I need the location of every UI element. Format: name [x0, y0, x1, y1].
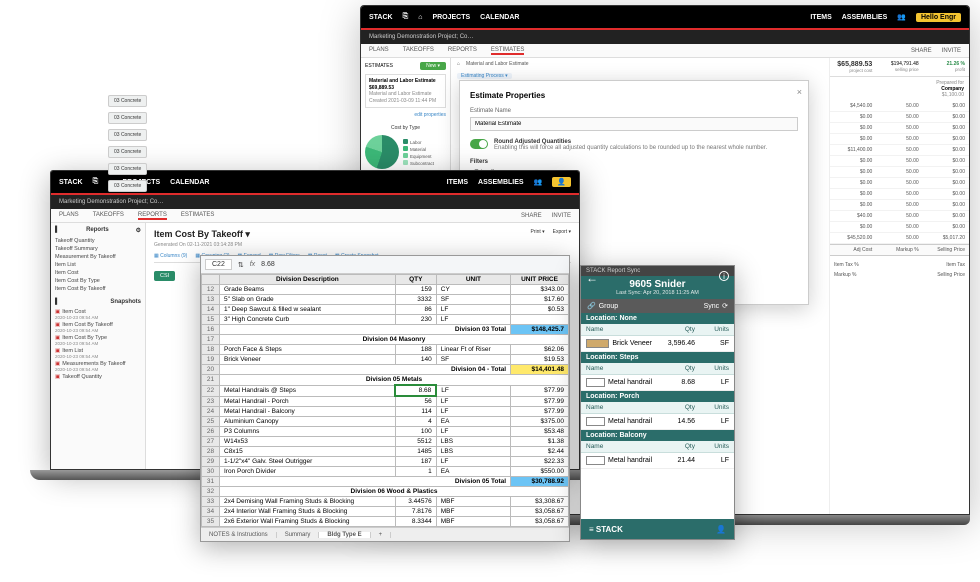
invite-button[interactable]: INVITE [942, 48, 961, 54]
cell-reference[interactable]: C22 [205, 259, 232, 270]
group-pill[interactable]: 03 Concrete [108, 163, 147, 175]
legend-item: Equipment [403, 153, 434, 159]
legend-item: Subcontract [403, 160, 434, 166]
filters-header: Filters [470, 159, 798, 165]
estimate-card[interactable]: Material and Labor Estimate $69,889.53 M… [365, 74, 446, 108]
legend-item: Material [403, 146, 434, 152]
reports-sidebar: ▌Reports⚙ Takeoff QuantityTakeoff Summar… [51, 223, 146, 469]
report-item[interactable]: Takeoff Summary [55, 245, 141, 253]
tab-reports[interactable]: REPORTS [448, 47, 477, 55]
mobile-app: STACK Report Sync ← i 9605 Snider Last S… [580, 265, 735, 540]
report-title[interactable]: Item Cost By Takeoff ▾ [154, 229, 571, 240]
estimate-title: Material and Labor Estimate [466, 61, 529, 67]
nav-calendar[interactable]: CALENDAR [480, 14, 519, 21]
sort-icon[interactable]: ⇅ [238, 261, 244, 269]
group-pill[interactable]: 03 Concrete [108, 112, 147, 124]
tab-estimates[interactable]: ESTIMATES [491, 47, 525, 55]
sheet-tab[interactable]: NOTES & Instructions [201, 532, 277, 538]
report-item[interactable]: Takeoff Quantity [55, 237, 141, 245]
print-button[interactable]: Print ▾ [530, 229, 544, 235]
sheet-tab[interactable]: + [371, 532, 392, 538]
reports-header: ▌Reports⚙ [55, 227, 141, 234]
spreadsheet: C22 ⇅ fx 8.68 Division DescriptionQTYUNI… [200, 255, 570, 542]
close-icon[interactable]: × [797, 87, 802, 97]
location-header: Location: Balcony [581, 430, 734, 441]
pie-chart [365, 135, 399, 169]
generated-timestamp: Generated On 02-11-2021 03:14:28 PM [154, 242, 571, 248]
edit-properties-link[interactable]: edit properties [365, 112, 446, 118]
location-header: Location: Steps [581, 352, 734, 363]
item-row[interactable]: Metal handrail8.68LF [581, 375, 734, 391]
group-pill[interactable]: 03 Concrete [108, 146, 147, 158]
snapshot-item[interactable]: ▣Takeoff Quantity [55, 373, 141, 381]
round-toggle[interactable] [470, 139, 488, 149]
report-item[interactable]: Item Cost [55, 269, 141, 277]
legend-item: Labor [403, 139, 434, 145]
estimate-name-input[interactable] [470, 117, 798, 131]
report-item[interactable]: Item List [55, 261, 141, 269]
brand-logo: STACK [369, 14, 393, 21]
group-button[interactable]: 🔗 Group [587, 302, 618, 310]
project-bar: Marketing Demonstration Project; Co… [361, 30, 969, 44]
user-icon[interactable]: 👤 [716, 525, 726, 534]
tab-bar: PLANS TAKEOFFS REPORTS ESTIMATES SHARE I… [361, 44, 969, 58]
group-pill[interactable]: 03 Concrete [108, 180, 147, 192]
app-bar: STACK ⎘⌂ PROJECTS CALENDAR ITEMS ASSEMBL… [361, 6, 969, 28]
formula-value[interactable]: 8.68 [261, 261, 275, 268]
nav-items[interactable]: ITEMS [810, 14, 831, 21]
back-icon[interactable]: ← [586, 271, 598, 285]
snapshot-item[interactable]: ▣Measurements By Takeoff2020-10-23 09:54… [55, 360, 141, 373]
estimate-name-label: Estimate Name [470, 108, 798, 114]
csi-pill[interactable]: CSI [154, 271, 175, 281]
item-row[interactable]: Metal handrail21.44LF [581, 453, 734, 469]
estimates-header: ESTIMATES [365, 63, 393, 69]
sheet-tab[interactable]: Bldg Type E [319, 532, 370, 538]
toolbar-item[interactable]: ▦ Columns (9) [154, 253, 187, 259]
location-header: Location: None [581, 313, 734, 324]
group-pill[interactable]: 03 Concrete [108, 129, 147, 141]
export-button[interactable]: Export ▾ [553, 229, 571, 235]
item-row[interactable]: Brick Veneer3,596.46SF [581, 336, 734, 352]
tab-plans[interactable]: PLANS [369, 47, 389, 55]
user-menu[interactable]: Hello Engr [916, 13, 961, 22]
new-estimate-button[interactable]: New ▾ [420, 62, 446, 70]
home-icon[interactable]: ⌂ [457, 61, 460, 67]
tab-takeoffs[interactable]: TAKEOFFS [403, 47, 434, 55]
chart-title: Cost by Type [365, 125, 446, 131]
snapshot-item[interactable]: ▣Item List2020-10-23 09:54 AM [55, 347, 141, 360]
fx-label: fx [250, 261, 255, 268]
avatar-icon[interactable]: 👥 [897, 13, 906, 21]
snapshots-header: ▌Snapshots [55, 299, 141, 305]
sheet-tab[interactable]: Summary [277, 532, 320, 538]
sync-timestamp: Last Sync: Apr 20, 2018 11:25 AM [581, 290, 734, 296]
nav-assemblies[interactable]: ASSEMBLIES [842, 14, 888, 21]
info-icon[interactable]: i [719, 271, 729, 281]
snapshot-item[interactable]: ▣Item Cost By Type2020-10-23 09:54 AM [55, 334, 141, 347]
report-item[interactable]: Item Cost By Type [55, 277, 141, 285]
nav-projects[interactable]: PROJECTS [432, 14, 470, 21]
report-item[interactable]: Item Cost By Takeoff [55, 285, 141, 293]
snapshot-item[interactable]: ▣Item Cost2020-10-23 09:54 AM [55, 308, 141, 321]
group-pill[interactable]: 03 Concrete [108, 95, 147, 107]
location-header: Location: Porch [581, 391, 734, 402]
sync-button[interactable]: Sync ⟳ [704, 302, 728, 310]
app-title-bar: STACK Report Sync [581, 266, 734, 276]
job-address: 9605 Snider [581, 279, 734, 290]
share-button[interactable]: SHARE [911, 48, 932, 54]
item-row[interactable]: Metal handrail14.56LF [581, 414, 734, 430]
report-item[interactable]: Measurement By Takeoff [55, 253, 141, 261]
summary-column: $65,889.53project cost$194,791.48selling… [829, 58, 969, 514]
snapshot-item[interactable]: ▣Item Cost By Takeoff2020-10-23 09:54 AM [55, 321, 141, 334]
process-dropdown[interactable]: Estimating Process ▾ [457, 73, 512, 79]
menu-icon[interactable]: ≡ STACK [589, 525, 623, 534]
modal-title: Estimate Properties [470, 91, 798, 100]
